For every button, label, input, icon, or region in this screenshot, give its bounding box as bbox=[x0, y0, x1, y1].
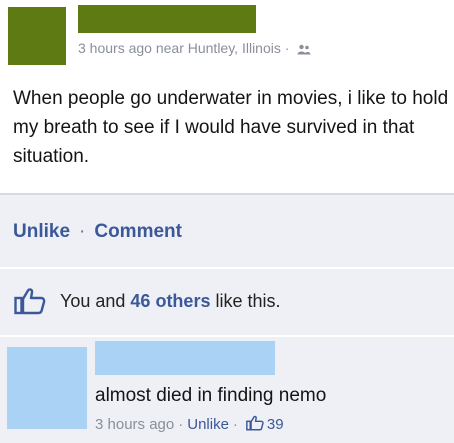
poster-name-redacted[interactable] bbox=[78, 5, 256, 33]
people-icon[interactable] bbox=[297, 44, 311, 55]
comment-text: almost died in finding nemo bbox=[95, 385, 327, 406]
comment-item: almost died in finding nemo 3 hours ago ·… bbox=[0, 337, 454, 443]
comment-timestamp[interactable]: 3 hours ago bbox=[95, 416, 174, 433]
action-separator: · bbox=[79, 221, 86, 242]
commenter-name-redacted[interactable] bbox=[95, 341, 275, 375]
post-text: When people go underwater in movies, i l… bbox=[13, 88, 449, 167]
likes-text: You and 46 others like this. bbox=[60, 291, 281, 312]
unlike-link[interactable]: Unlike bbox=[13, 221, 70, 242]
comment-link[interactable]: Comment bbox=[94, 221, 182, 242]
thumbs-up-icon[interactable] bbox=[246, 415, 264, 431]
post-timestamp[interactable]: 3 hours ago near Huntley, Illinois bbox=[78, 40, 281, 56]
thumbs-up-icon bbox=[14, 288, 46, 315]
comment-meta: 3 hours ago · Unlike · 39 bbox=[95, 415, 284, 433]
commenter-avatar-redacted[interactable] bbox=[7, 347, 87, 429]
meta-separator: · bbox=[284, 40, 290, 56]
post-meta: 3 hours ago near Huntley, Illinois · bbox=[78, 40, 311, 56]
likes-suffix: like this. bbox=[210, 291, 281, 311]
comment-unlike-link[interactable]: Unlike bbox=[187, 416, 229, 433]
comment-meta-separator: · bbox=[232, 416, 238, 433]
post-card: 3 hours ago near Huntley, Illinois · Whe… bbox=[0, 0, 454, 193]
comment-like-count[interactable]: 39 bbox=[267, 416, 284, 433]
likes-summary: You and 46 others like this. bbox=[0, 269, 454, 335]
likes-prefix: You and bbox=[60, 291, 131, 311]
others-link[interactable]: 46 others bbox=[130, 291, 210, 311]
comment-meta-separator: · bbox=[178, 416, 184, 433]
post-actions: Unlike · Comment bbox=[0, 195, 454, 267]
poster-avatar-redacted[interactable] bbox=[8, 7, 66, 65]
